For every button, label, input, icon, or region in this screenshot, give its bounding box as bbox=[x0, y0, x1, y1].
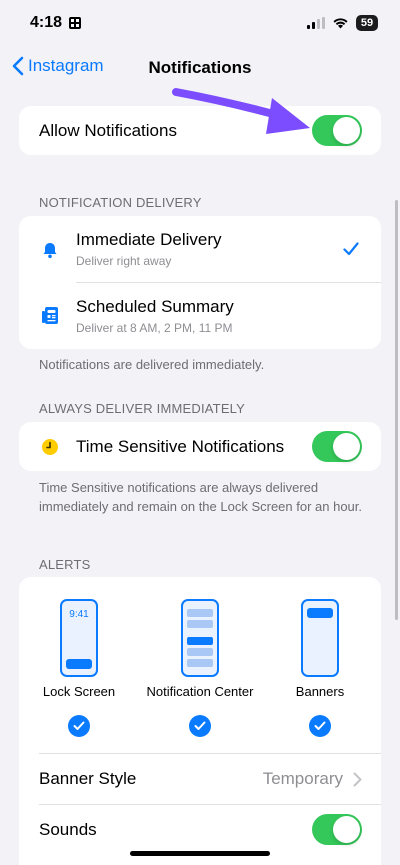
allow-notifications-label: Allow Notifications bbox=[39, 120, 177, 140]
navigation-bar: Instagram Notifications bbox=[0, 48, 400, 88]
check-circle-icon bbox=[309, 715, 331, 737]
status-indicators: 59 bbox=[307, 15, 378, 31]
sounds-label: Sounds bbox=[39, 820, 97, 839]
cellular-signal-icon bbox=[307, 17, 325, 29]
delivery-scheduled-sublabel: Deliver at 8 AM, 2 PM, 11 PM bbox=[76, 321, 233, 335]
checkmark-icon bbox=[343, 242, 359, 256]
page-title: Notifications bbox=[148, 58, 252, 77]
notification-center-preview-icon bbox=[181, 599, 219, 677]
check-circle-icon bbox=[189, 715, 211, 737]
sounds-row: Sounds bbox=[19, 805, 381, 855]
alert-label-lock-screen: Lock Screen bbox=[42, 684, 116, 699]
delivery-option-immediate[interactable]: Immediate Delivery Deliver right away bbox=[19, 216, 381, 282]
banner-style-label: Banner Style bbox=[39, 769, 137, 788]
delivery-card: Immediate Delivery Deliver right away Sc… bbox=[19, 216, 381, 349]
alert-option-lock-screen[interactable]: 9:41 Lock Screen bbox=[19, 577, 139, 747]
annotation-arrow-icon bbox=[172, 88, 310, 134]
delivery-footer: Notifications are delivered immediately. bbox=[39, 357, 265, 372]
delivery-scheduled-label: Scheduled Summary bbox=[76, 297, 234, 316]
wifi-icon bbox=[333, 18, 348, 29]
time-sensitive-row: Time Sensitive Notifications bbox=[19, 422, 381, 471]
time-sensitive-toggle[interactable] bbox=[312, 431, 362, 462]
banners-preview-icon bbox=[301, 599, 339, 677]
alert-option-banners[interactable]: Banners bbox=[261, 577, 381, 747]
lock-screen-preview-time: 9:41 bbox=[69, 609, 89, 620]
scheduled-summary-icon bbox=[42, 307, 58, 324]
check-circle-icon bbox=[68, 715, 90, 737]
sounds-toggle[interactable] bbox=[312, 814, 362, 845]
home-indicator[interactable] bbox=[130, 851, 270, 856]
alert-option-notification-center[interactable]: Notification Center bbox=[139, 577, 261, 747]
sim-card-icon bbox=[69, 17, 82, 29]
time-sensitive-label: Time Sensitive Notifications bbox=[76, 436, 285, 456]
lock-screen-preview-icon: 9:41 bbox=[60, 599, 98, 677]
bell-icon bbox=[43, 243, 57, 259]
alert-label-notification-center: Notification Center bbox=[146, 684, 254, 699]
alert-label-banners: Banners bbox=[295, 684, 345, 699]
chevron-right-icon bbox=[353, 772, 362, 787]
delivery-immediate-sublabel: Deliver right away bbox=[76, 254, 172, 268]
status-time: 4:18 bbox=[30, 14, 82, 32]
banner-style-value: Temporary bbox=[262, 769, 343, 788]
clock-icon bbox=[42, 439, 58, 455]
battery-indicator: 59 bbox=[356, 15, 378, 31]
section-header-always: ALWAYS DELIVER IMMEDIATELY bbox=[39, 401, 246, 416]
time-sensitive-card: Time Sensitive Notifications bbox=[19, 422, 381, 471]
time-sensitive-footer: Time Sensitive notifications are always … bbox=[39, 480, 363, 514]
scrollbar[interactable] bbox=[395, 200, 398, 620]
section-header-delivery: NOTIFICATION DELIVERY bbox=[39, 195, 202, 210]
section-header-alerts: ALERTS bbox=[39, 557, 91, 572]
status-bar: 4:18 59 bbox=[0, 0, 400, 46]
alerts-card: 9:41 Lock Screen Notification Center Ban… bbox=[19, 577, 381, 865]
banner-style-row[interactable]: Banner Style Temporary bbox=[19, 754, 381, 804]
time-text: 4:18 bbox=[30, 14, 63, 31]
delivery-option-scheduled[interactable]: Scheduled Summary Deliver at 8 AM, 2 PM,… bbox=[19, 283, 381, 349]
delivery-immediate-label: Immediate Delivery bbox=[76, 230, 222, 249]
